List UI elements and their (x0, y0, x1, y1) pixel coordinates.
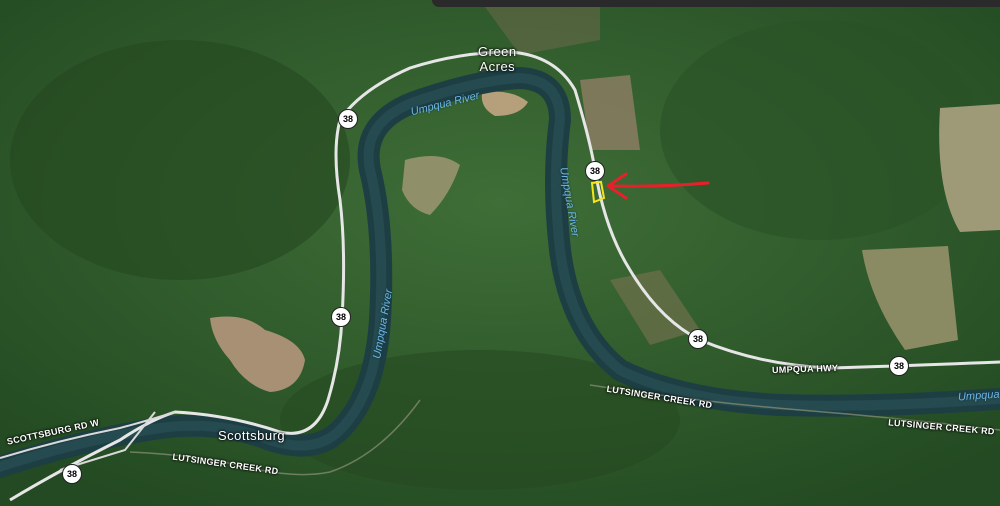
route-38-shield[interactable]: 38 (688, 329, 708, 349)
place-label-green-acres: Green Acres (478, 44, 517, 74)
satellite-map[interactable]: Green Acres Scottsburg Umpqua River Umpq… (0, 0, 1000, 506)
top-toolbar-edge (432, 0, 1000, 7)
place-label-scottsburg: Scottsburg (218, 428, 286, 443)
route-38-shield[interactable]: 38 (331, 307, 351, 327)
route-38-shield[interactable]: 38 (585, 161, 605, 181)
route-38-shield[interactable]: 38 (338, 109, 358, 129)
route-38-shield[interactable]: 38 (889, 356, 909, 376)
forest-patch (660, 20, 980, 240)
forest-patch (10, 40, 350, 280)
map-canvas (0, 0, 1000, 506)
route-38-shield[interactable]: 38 (62, 464, 82, 484)
